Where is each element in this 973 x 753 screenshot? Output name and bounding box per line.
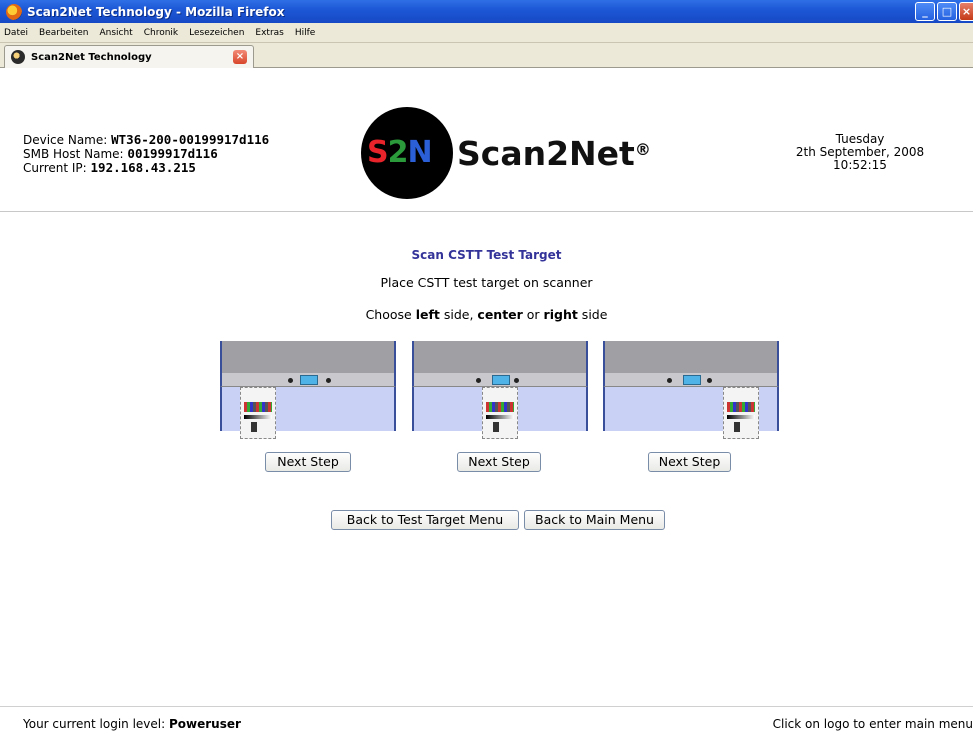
device-name-line: Device Name: WT36-200-00199917d116 [23, 133, 269, 147]
page-title: Scan CSTT Test Target [411, 248, 562, 262]
tab-label: Scan2Net Technology [31, 51, 152, 63]
logo-badge-n: N [407, 135, 432, 170]
tab-close-icon[interactable]: × [233, 50, 247, 64]
window-titlebar: Scan2Net Technology - Mozilla Firefox _ … [0, 0, 973, 23]
next-step-left-button[interactable]: Next Step [265, 452, 351, 472]
color-bars [244, 402, 272, 412]
grey-scale [244, 415, 272, 419]
logo-badge-text: S2N [367, 135, 433, 170]
login-level-value: Poweruser [168, 717, 241, 731]
choose-mid2: or [522, 307, 544, 322]
tab-bar: Scan2Net Technology × [0, 43, 973, 68]
scanner-image-center[interactable] [412, 341, 588, 441]
scanner-lid [412, 341, 588, 373]
instruction-place-target: Place CSTT test target on scanner [380, 275, 593, 290]
choose-right: right [543, 307, 578, 322]
back-to-main-menu-button[interactable]: Back to Main Menu [524, 510, 665, 530]
test-target-left [240, 387, 276, 439]
scanner-button-icon [514, 378, 519, 383]
choose-center: center [477, 307, 523, 322]
scanner-button-icon [288, 378, 293, 383]
date-time: Tuesday 2th September, 2008 10:52:15 [760, 133, 960, 172]
current-ip-value: 192.168.43.215 [90, 160, 196, 175]
scanner-display [300, 375, 318, 385]
login-level-label: Your current login level: [23, 717, 169, 731]
scanner-button-icon [667, 378, 672, 383]
current-ip-label: Current IP: [23, 161, 91, 175]
minimize-button[interactable]: _ [915, 2, 935, 21]
device-info: Device Name: WT36-200-00199917d116 SMB H… [23, 133, 269, 175]
choose-suffix: side [577, 307, 608, 322]
footer-hint: Click on logo to enter main menu [772, 717, 973, 731]
logo-wordmark: Scan2Net® [457, 135, 651, 173]
menu-hilfe[interactable]: Hilfe [290, 28, 321, 38]
maximize-button[interactable]: □ [937, 2, 957, 21]
window-controls: _ □ × [915, 2, 973, 21]
choose-left: left [415, 307, 440, 322]
scanner-lid [603, 341, 779, 373]
logo-registered-mark: ® [634, 140, 651, 159]
test-target-right [723, 387, 759, 439]
firefox-icon [6, 3, 22, 20]
device-name-value: WT36-200-00199917d116 [111, 132, 270, 147]
menu-lesezeichen[interactable]: Lesezeichen [184, 28, 250, 38]
menu-ansicht[interactable]: Ansicht [94, 28, 138, 38]
test-figure [251, 422, 257, 432]
close-window-button[interactable]: × [959, 2, 973, 21]
color-bars [486, 402, 514, 412]
scanner-button-icon [707, 378, 712, 383]
device-name-label: Device Name: [23, 133, 112, 147]
menu-bearbeiten[interactable]: Bearbeiten [34, 28, 94, 38]
menu-datei[interactable]: Datei [0, 28, 34, 38]
current-ip-line: Current IP: 192.168.43.215 [23, 161, 269, 175]
grey-scale [486, 415, 514, 419]
scanner-display [492, 375, 510, 385]
instruction-choose-side: Choose left side, center or right side [0, 307, 973, 322]
footer-divider [0, 706, 973, 707]
scanner-button-icon [326, 378, 331, 383]
choose-mid1: side, [439, 307, 478, 322]
test-figure [493, 422, 499, 432]
header-divider [0, 211, 973, 212]
scanner-display [683, 375, 701, 385]
color-bars [727, 402, 755, 412]
favicon-icon [11, 50, 25, 64]
logo-badge-2: 2 [387, 135, 409, 170]
menu-extras[interactable]: Extras [250, 28, 289, 38]
next-step-center-button[interactable]: Next Step [457, 452, 541, 472]
tab-scan2net[interactable]: Scan2Net Technology × [4, 45, 254, 68]
logo-wordmark-text: Scan2Net [457, 134, 635, 173]
menu-bar: Datei Bearbeiten Ansicht Chronik Lesezei… [0, 23, 973, 43]
scanner-lid [220, 341, 396, 373]
scanner-button-icon [476, 378, 481, 383]
scanner-image-left[interactable] [220, 341, 396, 441]
scan2net-logo[interactable]: S2N Scan2Net® [361, 107, 651, 199]
scanner-image-right[interactable] [603, 341, 779, 441]
grey-scale [727, 415, 755, 419]
logo-badge-s: S [367, 135, 389, 170]
time: 10:52:15 [833, 158, 887, 172]
choose-prefix: Choose [365, 307, 416, 322]
login-level: Your current login level: Poweruser [23, 717, 241, 731]
window-title: Scan2Net Technology - Mozilla Firefox [27, 4, 285, 19]
smb-host-value: 00199917d116 [127, 146, 218, 161]
menu-chronik[interactable]: Chronik [139, 28, 184, 38]
smb-host-line: SMB Host Name: 00199917d116 [23, 147, 269, 161]
test-figure [734, 422, 740, 432]
next-step-right-button[interactable]: Next Step [648, 452, 731, 472]
back-to-test-target-menu-button[interactable]: Back to Test Target Menu [331, 510, 519, 530]
smb-host-label: SMB Host Name: [23, 147, 128, 161]
test-target-center [482, 387, 518, 439]
